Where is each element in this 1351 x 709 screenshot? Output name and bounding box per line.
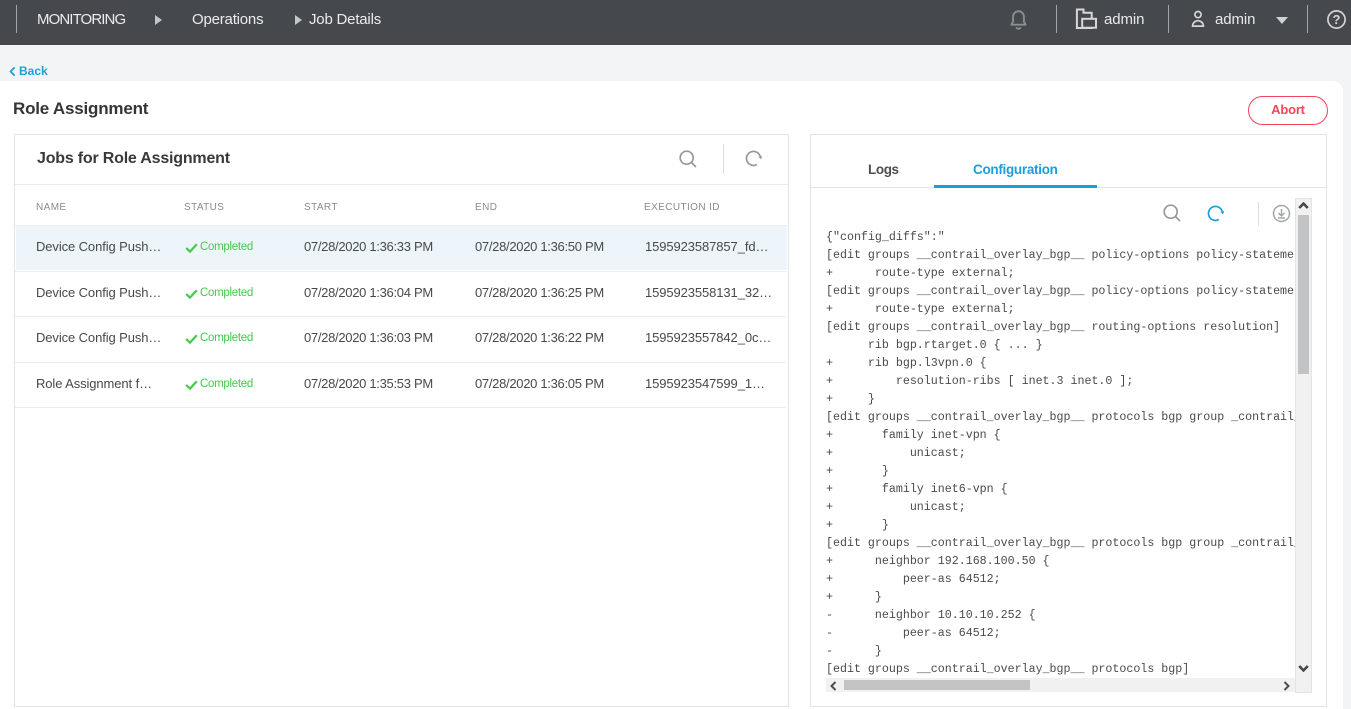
svg-text:?: ?	[1333, 12, 1341, 27]
